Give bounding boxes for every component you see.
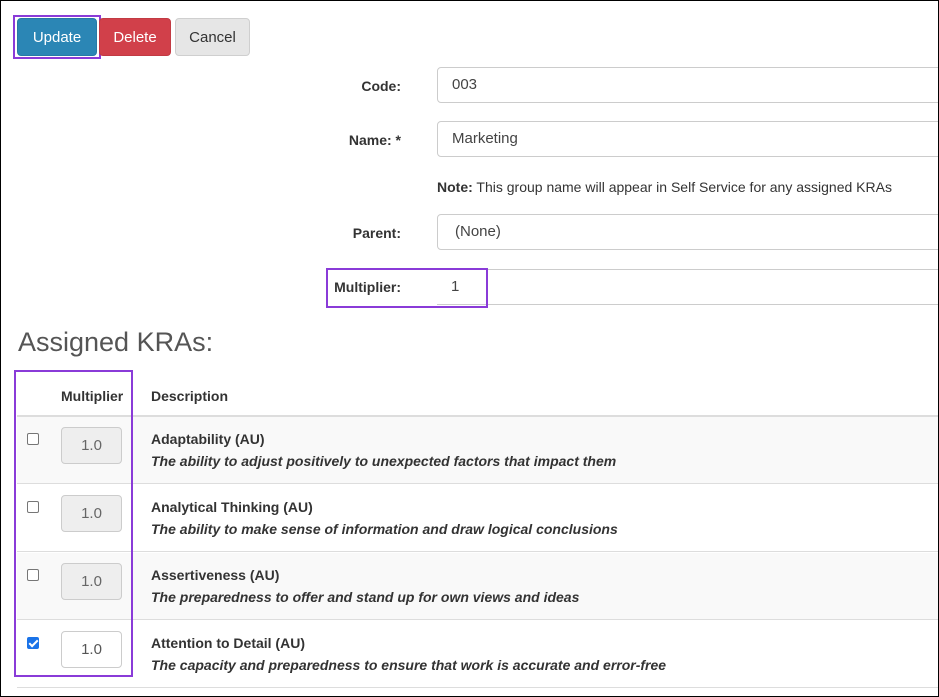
parent-label: Parent: <box>352 225 401 241</box>
table-row: 1.0 Attention to Detail (AU) The capacit… <box>17 621 938 688</box>
note-text: This group name will appear in Self Serv… <box>472 179 892 195</box>
note-prefix: Note: <box>437 179 473 195</box>
code-field[interactable]: 003 <box>437 67 938 103</box>
description-column-header: Description <box>151 388 229 404</box>
table-row: 1.0 Adaptability (AU) The ability to adj… <box>17 417 938 484</box>
kra-name: Adaptability (AU) <box>151 431 265 447</box>
name-note: Note: This group name will appear in Sel… <box>437 179 892 195</box>
kra-name: Assertiveness (AU) <box>151 567 280 583</box>
kra-name: Attention to Detail (AU) <box>151 635 305 651</box>
kra-description: The preparedness to offer and stand up f… <box>151 589 580 605</box>
kra-name: Analytical Thinking (AU) <box>151 499 313 515</box>
cancel-button[interactable]: Cancel <box>175 18 250 56</box>
highlight-multiplier-box <box>326 268 488 308</box>
parent-select[interactable]: (None) <box>437 214 938 250</box>
table-row: 1.0 Analytical Thinking (AU) The ability… <box>17 485 938 552</box>
kra-description: The ability to make sense of information… <box>151 521 618 537</box>
highlight-update-box <box>13 15 101 59</box>
multiplier-field[interactable]: 1 <box>437 269 938 305</box>
code-label: Code: <box>361 78 401 94</box>
table-row: 1.0 Assertiveness (AU) The preparedness … <box>17 553 938 620</box>
kra-description: The capacity and preparedness to ensure … <box>151 657 667 673</box>
highlight-multiplier-column <box>14 370 133 677</box>
kra-description: The ability to adjust positively to unex… <box>151 453 617 469</box>
name-label: Name: * <box>348 132 401 148</box>
name-field[interactable]: Marketing <box>437 121 938 157</box>
delete-button[interactable]: Delete <box>99 18 171 56</box>
page-frame: Update Delete Cancel Code: 003 Name: * M… <box>0 0 939 697</box>
assigned-kras-title: Assigned KRAs: <box>18 327 214 357</box>
